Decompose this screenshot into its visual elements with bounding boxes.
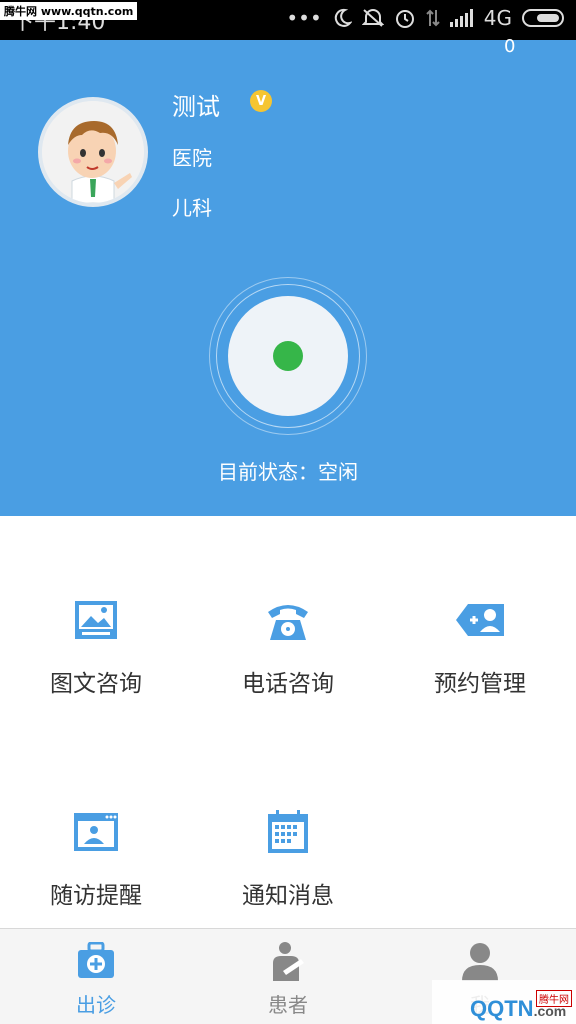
image-text-icon [75, 601, 117, 639]
department-name: 儿科 [172, 196, 212, 220]
status-icons: ••• 4G [286, 6, 564, 30]
data-arrows-icon [426, 9, 440, 27]
grid-item-label: 通知消息 [242, 883, 334, 909]
alarm-icon [395, 10, 414, 28]
user-icon [462, 943, 498, 981]
grid-item-label: 预约管理 [434, 671, 526, 697]
tab-label: 患者 [268, 993, 308, 1017]
grid-item-label: 随访提醒 [50, 883, 142, 909]
profile-header: 0 测试 V 医院 儿科 目前状态：空闲 [0, 36, 576, 516]
tab-patients[interactable]: 患者 [192, 929, 384, 1024]
grid-item-appointment[interactable]: 预约管理 [384, 516, 576, 716]
patient-icon [273, 942, 304, 981]
status-dot-icon [273, 341, 303, 371]
add-contact-tag-icon [456, 604, 504, 636]
moon-icon [334, 8, 352, 27]
grid-item-notifications[interactable]: 通知消息 [192, 728, 384, 928]
followup-window-icon [74, 813, 118, 851]
doctor-avatar-icon [42, 101, 144, 203]
corner-count: 0 [504, 36, 516, 57]
status-label: 目前状态：空闲 [218, 460, 358, 484]
grid-item-phone-consult[interactable]: 电话咨询 [192, 516, 384, 716]
medical-kit-icon [78, 942, 114, 978]
mute-icon [361, 9, 384, 27]
tab-clinic[interactable]: 出诊 [0, 929, 192, 1024]
tab-label: 出诊 [76, 993, 116, 1017]
grid-item-label: 图文咨询 [50, 671, 142, 697]
telephone-icon [268, 605, 308, 640]
network-label: 4G [483, 6, 512, 30]
status-bar: 下午1:40 腾牛网 www.qqtn.com ••• 4G [0, 0, 576, 40]
doctor-name: 测试 [172, 93, 220, 121]
watermark-top: 腾牛网 www.qqtn.com [0, 2, 138, 20]
feature-grid: 图文咨询 电话咨询 预约管理 随访提醒 通知消息 [0, 516, 576, 928]
grid-item-image-text-consult[interactable]: 图文咨询 [0, 516, 192, 716]
calendar-icon [268, 810, 308, 853]
signal-icon [449, 9, 473, 27]
avatar[interactable] [38, 97, 148, 207]
dots-icon: ••• [286, 6, 322, 30]
grid-item-followup[interactable]: 随访提醒 [0, 728, 192, 928]
battery-icon [522, 9, 564, 27]
grid-item-label: 电话咨询 [242, 671, 334, 697]
hospital-name: 医院 [172, 146, 212, 170]
verified-badge: V [250, 90, 272, 112]
watermark-tag: 腾牛网 [536, 990, 572, 1007]
